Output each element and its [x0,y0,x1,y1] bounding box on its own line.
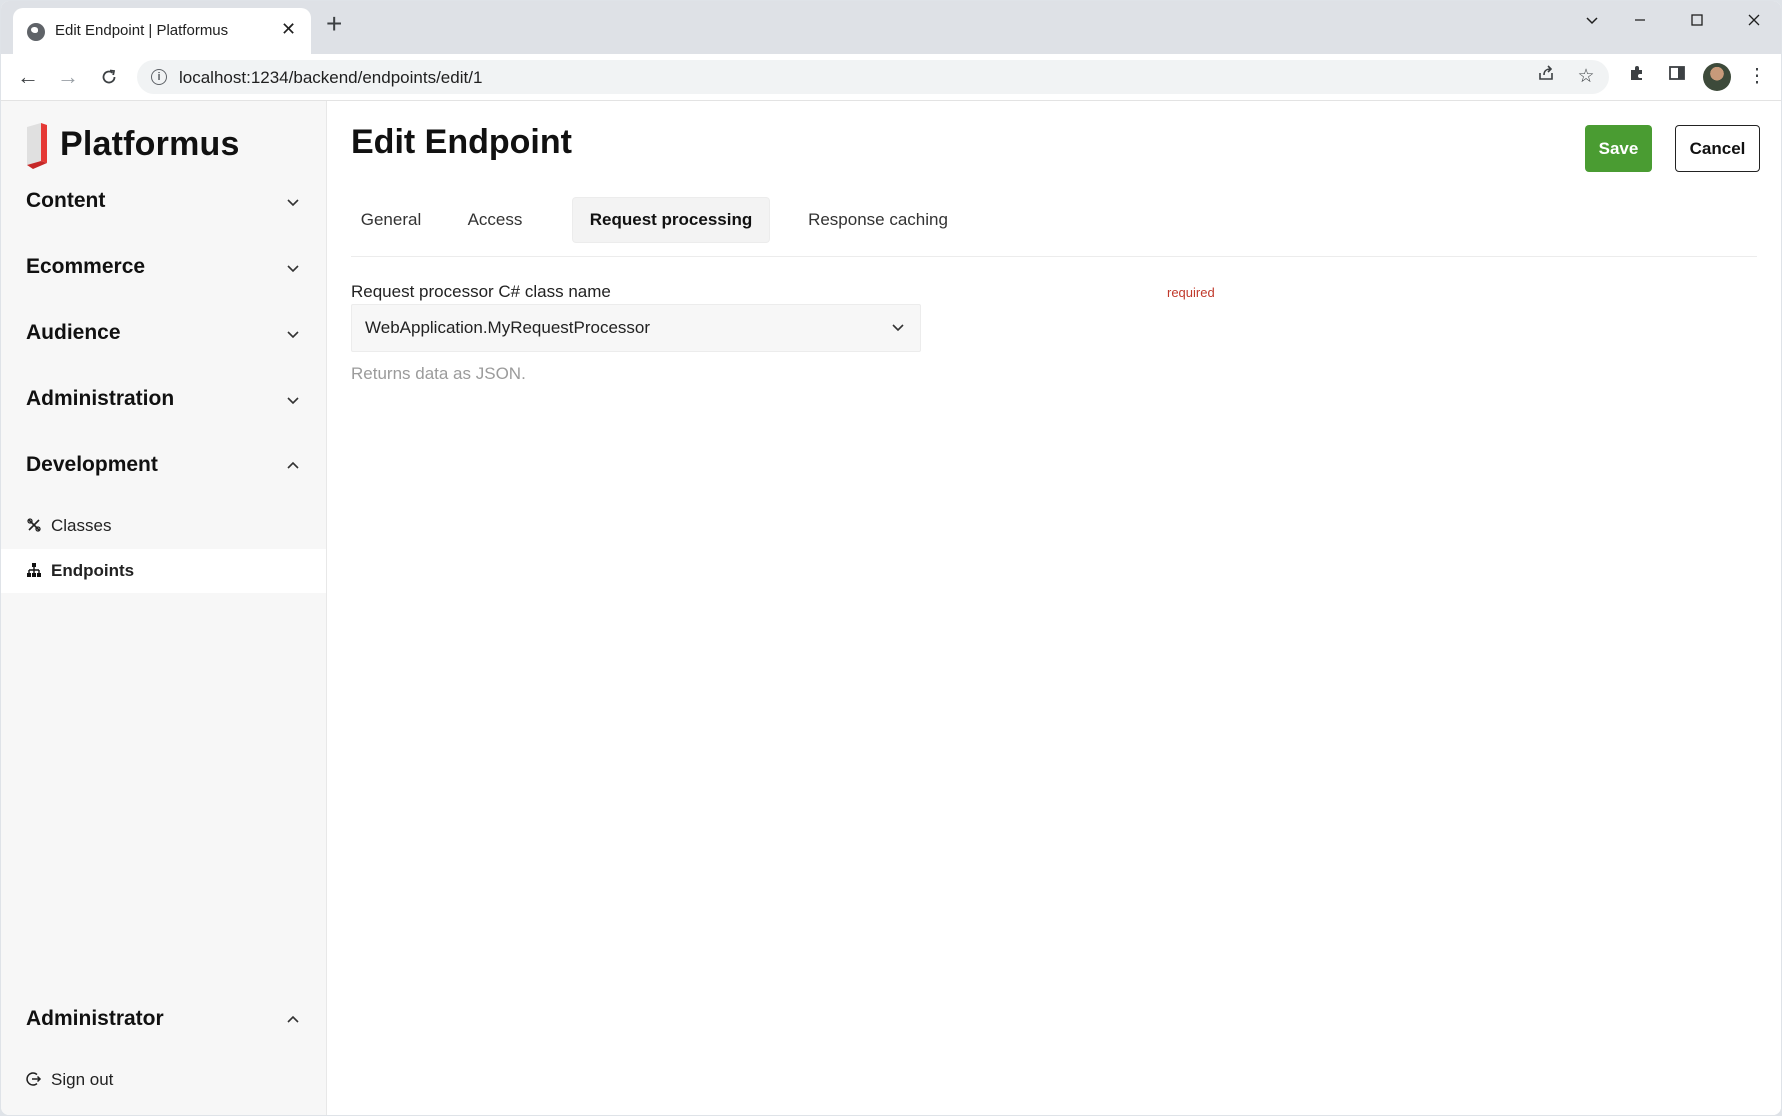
reload-icon[interactable] [92,60,126,94]
side-panel-icon[interactable] [1663,63,1691,91]
minimize-icon[interactable] [1617,7,1663,37]
sidebar-group-administration[interactable]: Administration [26,381,302,421]
request-processor-label: Request processor C# class name [351,282,611,301]
sidebar-group-development[interactable]: Development [26,447,302,487]
sidebar-group-label: Development [26,453,158,476]
cancel-button[interactable]: Cancel [1675,125,1760,172]
sidebar-group-label: Ecommerce [26,255,146,278]
profile-avatar[interactable] [1703,63,1731,91]
chevron-up-icon [287,461,299,469]
sidebar-group-content[interactable]: Content [26,183,302,223]
tab-request-processing[interactable]: Request processing [572,197,770,243]
app: Platformus Content Ecommerce Audience Ad… [1,101,1781,1115]
extensions-icon[interactable] [1623,63,1651,91]
sign-out-link[interactable]: Sign out [1,1058,326,1102]
chevron-down-icon [287,331,299,339]
sidebar-user-label: Administrator [26,1007,164,1030]
request-processor-value: WebApplication.MyRequestProcessor [365,318,651,337]
sidebar-item-endpoints[interactable]: Endpoints [1,549,326,593]
main-content: Edit Endpoint Save Cancel General Access… [327,101,1781,1115]
sidebar-item-label: Endpoints [51,561,135,580]
back-icon[interactable]: ← [11,60,45,94]
page-title: Edit Endpoint [351,123,572,161]
platformus-logo-mark [27,123,47,169]
tab-search-icon[interactable] [1569,7,1615,37]
share-icon[interactable] [1533,64,1559,90]
sidebar-item-label: Classes [51,516,112,535]
browser-menu-icon[interactable]: ⋮ [1743,63,1771,91]
globe-icon [27,23,45,41]
browser-tabstrip: Edit Endpoint | Platformus ✕ + [1,1,1781,54]
sidebar-item-classes[interactable]: Classes [1,504,326,548]
brand-name: Platformus [60,125,240,163]
endpoints-icon [27,563,41,577]
field-hint: Returns data as JSON. [351,364,526,383]
sign-out-icon [26,1072,42,1086]
browser-toolbar: ← → i localhost:1234/backend/endpoints/e… [1,54,1781,101]
browser-tab-title: Edit Endpoint | Platformus [55,22,229,39]
address-bar[interactable]: i localhost:1234/backend/endpoints/edit/… [137,60,1609,94]
chevron-down-icon [287,397,299,405]
close-window-icon[interactable] [1731,7,1777,37]
sidebar-group-label: Audience [26,321,121,344]
tab-bar: General Access Request processing Respon… [351,197,1757,257]
tab-general[interactable]: General [351,197,431,243]
forward-icon[interactable]: → [51,60,85,94]
classes-icon [27,518,41,532]
tab-response-caching[interactable]: Response caching [788,197,968,243]
browser-tab[interactable]: Edit Endpoint | Platformus ✕ [13,8,311,54]
sidebar-group-audience[interactable]: Audience [26,315,302,355]
request-processor-select[interactable]: WebApplication.MyRequestProcessor [351,304,921,352]
maximize-icon[interactable] [1674,7,1720,37]
close-tab-icon[interactable]: ✕ [281,19,296,40]
browser-window: Edit Endpoint | Platformus ✕ + ← → i loc… [1,1,1781,1115]
sidebar-group-label: Content [26,189,106,212]
sidebar: Platformus Content Ecommerce Audience Ad… [1,101,327,1115]
chevron-down-icon [287,199,299,207]
chevron-down-icon [892,324,904,332]
chevron-up-icon [287,1015,299,1023]
sidebar-group-administrator[interactable]: Administrator [26,1001,302,1041]
save-button[interactable]: Save [1585,125,1652,172]
sidebar-group-label: Administration [26,387,175,410]
sidebar-group-ecommerce[interactable]: Ecommerce [26,249,302,289]
url-text[interactable]: localhost:1234/backend/endpoints/edit/1 [179,68,482,88]
required-tag: required [1167,285,1215,300]
chevron-down-icon [287,265,299,273]
tab-access[interactable]: Access [455,197,535,243]
new-tab-icon[interactable]: + [326,10,342,38]
sign-out-label: Sign out [51,1070,114,1089]
site-info-icon[interactable]: i [151,69,167,85]
bookmark-star-icon[interactable]: ☆ [1573,64,1599,90]
